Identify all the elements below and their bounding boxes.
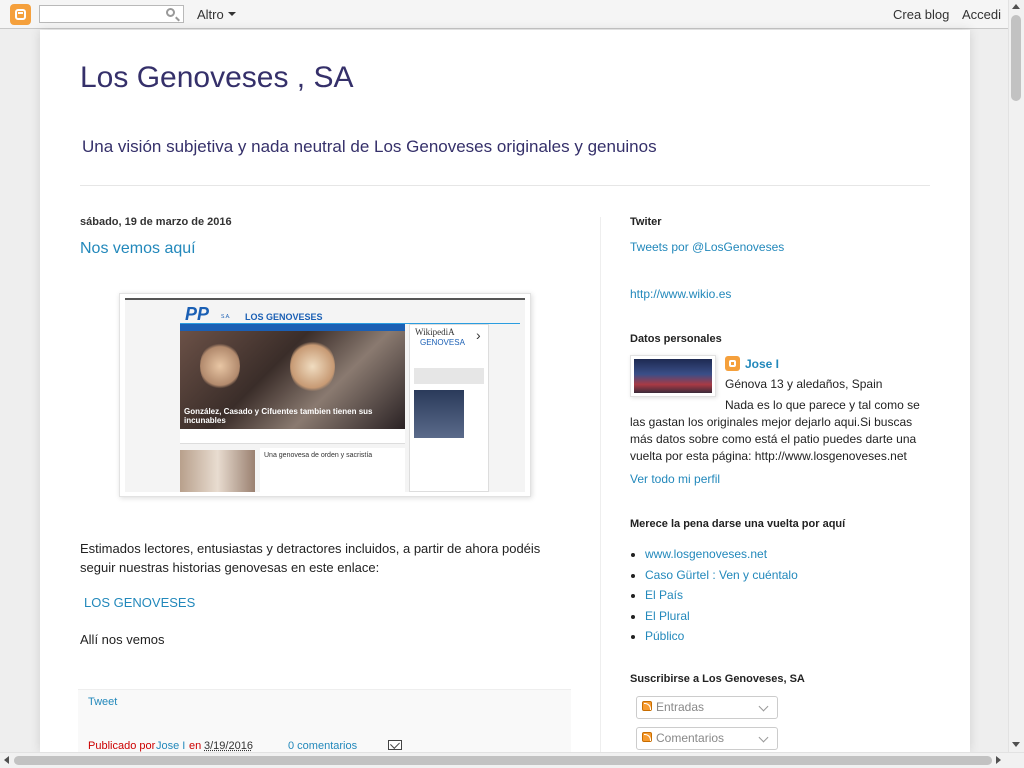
scroll-right-arrow-icon[interactable] bbox=[996, 756, 1001, 764]
vertical-scrollbar[interactable] bbox=[1008, 0, 1024, 752]
tweet-button[interactable]: Tweet bbox=[88, 696, 117, 708]
blogger-logo-icon[interactable] bbox=[10, 4, 31, 25]
header-divider bbox=[80, 185, 930, 186]
link-el-pais[interactable]: El País bbox=[645, 588, 683, 602]
search-icon[interactable] bbox=[166, 8, 175, 17]
twitter-heading: Twiter bbox=[630, 216, 662, 228]
link-publico[interactable]: Público bbox=[645, 629, 684, 643]
links-list: www.losgenoveses.net Caso Gürtel : Ven y… bbox=[645, 544, 798, 647]
view-profile-link[interactable]: Ver todo mi perfil bbox=[630, 472, 720, 486]
scroll-up-arrow-icon[interactable] bbox=[1012, 4, 1020, 9]
search-input[interactable] bbox=[39, 5, 184, 23]
subscribe-comments-dropdown[interactable]: Comentarios bbox=[636, 727, 778, 750]
blogger-navbar: Altro Crea blog Accedi bbox=[0, 0, 1024, 29]
profile-about: Nada es lo que parece y tal como se las … bbox=[630, 398, 920, 463]
post-author-link[interactable]: Jose I bbox=[156, 740, 185, 752]
chevron-down-icon bbox=[758, 732, 769, 743]
profile-location: Génova 13 y aledaños, Spain bbox=[725, 377, 883, 391]
chevron-down-icon bbox=[758, 701, 769, 712]
horizontal-scroll-thumb[interactable] bbox=[14, 756, 992, 765]
post-link[interactable]: LOS GENOVESES bbox=[84, 595, 195, 610]
list-item: El Plural bbox=[645, 606, 798, 627]
create-blog-link[interactable]: Crea blog bbox=[893, 7, 949, 22]
image-article-title: Una genovesa de orden y sacristía bbox=[264, 452, 373, 459]
pp-logo: PP bbox=[185, 304, 210, 324]
column-divider bbox=[600, 217, 601, 752]
post-footer: Tweet Publicado por Jose I en 3/19/2016 … bbox=[78, 689, 571, 753]
login-link[interactable]: Accedi bbox=[962, 7, 1001, 22]
in-label: en bbox=[189, 740, 202, 752]
published-by-label: Publicado por bbox=[88, 740, 156, 752]
chevron-right-icon: › bbox=[476, 327, 481, 343]
link-el-plural[interactable]: El Plural bbox=[645, 609, 690, 623]
image-caption: González, Casado y Cifuentes tambien tie… bbox=[184, 407, 373, 425]
email-post-icon[interactable] bbox=[388, 740, 402, 750]
list-item: www.losgenoveses.net bbox=[645, 544, 798, 565]
more-menu[interactable]: Altro bbox=[197, 7, 224, 22]
link-caso-gurtel[interactable]: Caso Gürtel : Ven y cuéntalo bbox=[645, 568, 798, 582]
vertical-scroll-thumb[interactable] bbox=[1011, 15, 1021, 101]
feed-icon bbox=[642, 732, 652, 742]
subscribe-heading: Suscribirse a Los Genoveses, SA bbox=[630, 673, 805, 685]
profile-heading: Datos personales bbox=[630, 333, 722, 345]
list-item: Caso Gürtel : Ven y cuéntalo bbox=[645, 565, 798, 586]
caret-down-icon[interactable] bbox=[228, 12, 236, 16]
wiki-logo: WikipediA bbox=[415, 327, 455, 337]
links-heading: Merece la pena darse una vuelta por aquí bbox=[630, 518, 846, 530]
feed-icon bbox=[642, 701, 652, 711]
blogger-profile-icon bbox=[725, 356, 740, 371]
link-losgenoveses[interactable]: www.losgenoveses.net bbox=[645, 547, 767, 561]
scroll-down-arrow-icon[interactable] bbox=[1012, 742, 1020, 747]
post-image[interactable]: PP S.A. LOS GENOVESES González, Casado y… bbox=[119, 293, 531, 497]
profile-name-link[interactable]: Jose I bbox=[745, 357, 779, 371]
scroll-left-arrow-icon[interactable] bbox=[4, 756, 9, 764]
wikio-link[interactable]: http://www.wikio.es bbox=[630, 287, 731, 301]
screenshot-image: PP S.A. LOS GENOVESES González, Casado y… bbox=[125, 298, 525, 492]
blog-title[interactable]: Los Genoveses , SA bbox=[80, 61, 354, 95]
comments-link[interactable]: 0 comentarios bbox=[288, 740, 357, 752]
post-date: sábado, 19 de marzo de 2016 bbox=[80, 216, 232, 228]
post-title[interactable]: Nos vemos aquí bbox=[80, 240, 196, 258]
subscribe-entries-dropdown[interactable]: Entradas bbox=[636, 696, 778, 719]
post-date-link[interactable]: 3/19/2016 bbox=[204, 740, 253, 752]
blog-page: Los Genoveses , SA Una visión subjetiva … bbox=[40, 30, 970, 753]
profile-avatar[interactable] bbox=[630, 355, 716, 397]
blog-description: Una visión subjetiva y nada neutral de L… bbox=[82, 137, 657, 156]
list-item: El País bbox=[645, 585, 798, 606]
post-closing: Allí nos vemos bbox=[80, 632, 165, 647]
twitter-link[interactable]: Tweets por @LosGenoveses bbox=[630, 240, 784, 254]
image-header: LOS GENOVESES bbox=[245, 312, 323, 322]
post-body: Estimados lectores, entusiastas y detrac… bbox=[80, 541, 541, 575]
list-item: Público bbox=[645, 626, 798, 647]
